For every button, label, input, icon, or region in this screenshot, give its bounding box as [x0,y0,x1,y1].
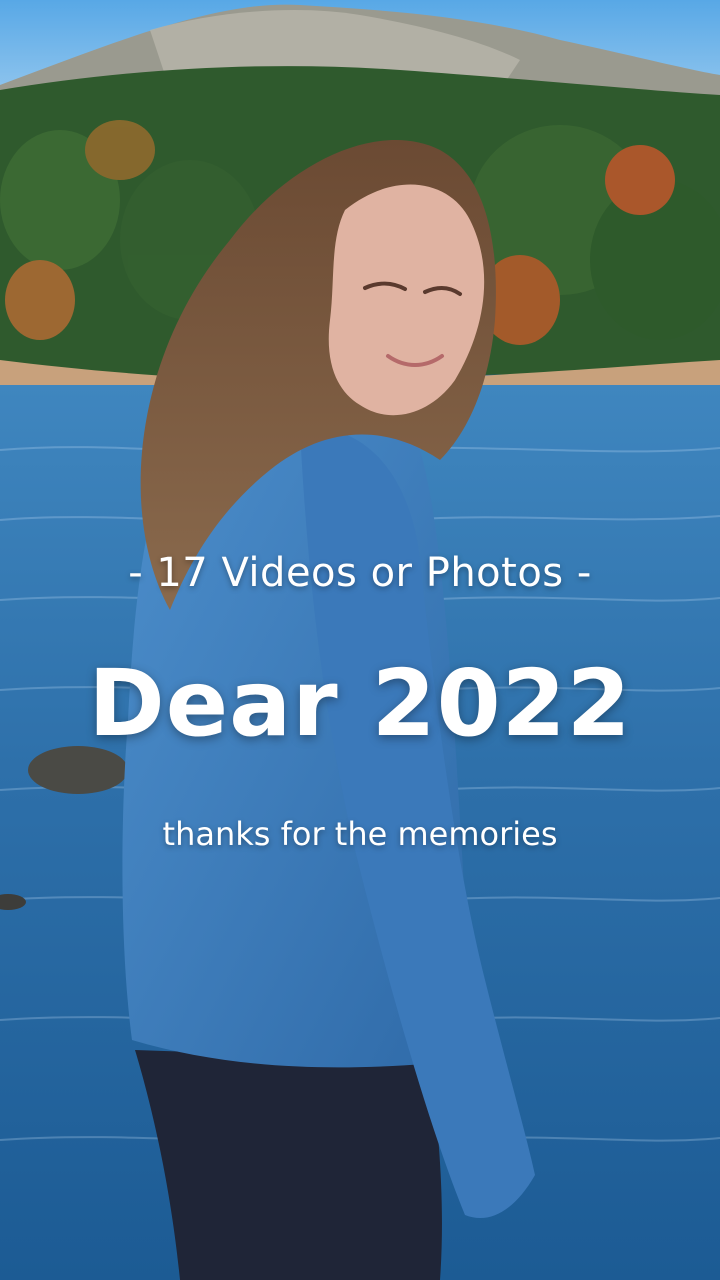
background-photo [0,0,720,1280]
